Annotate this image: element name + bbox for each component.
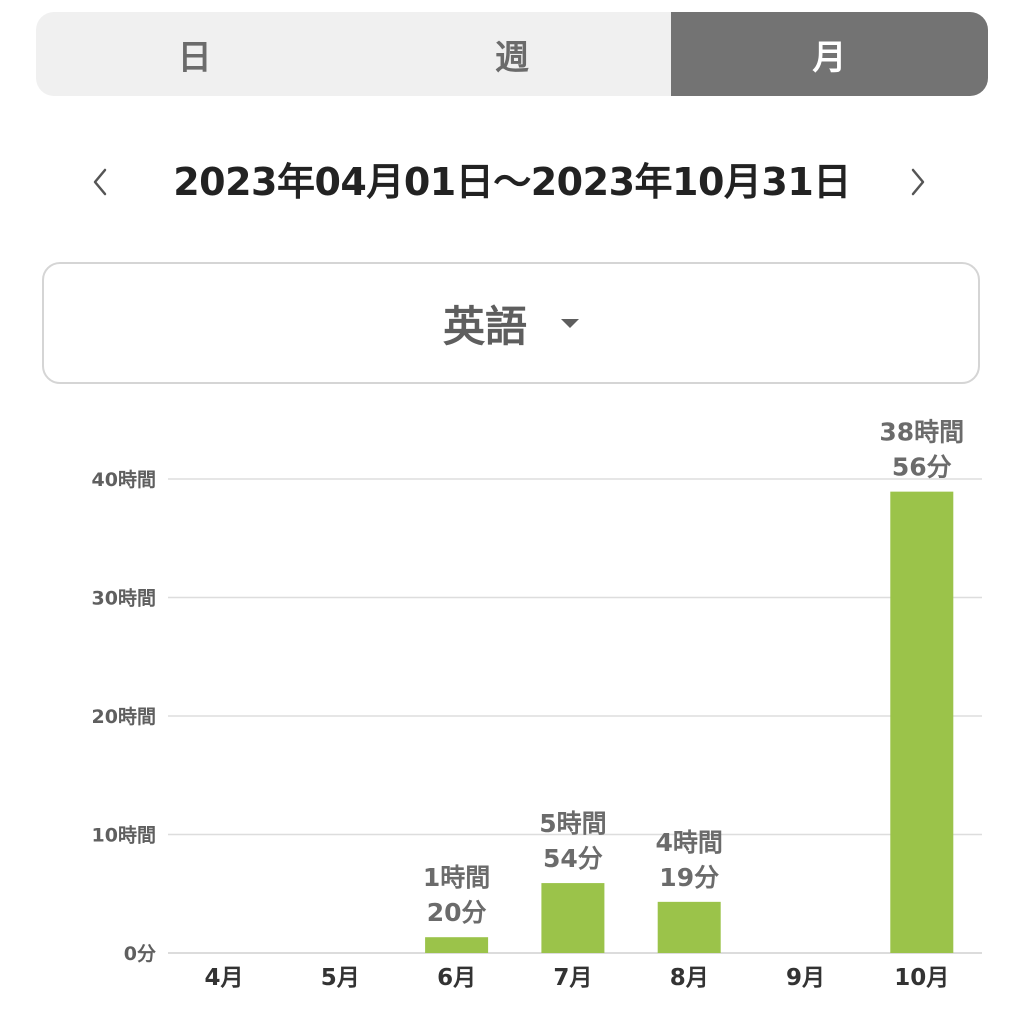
- bar: [541, 883, 605, 953]
- x-tick-label: 9月: [786, 965, 825, 991]
- previous-period-button[interactable]: [80, 150, 120, 214]
- x-tick-label: 6月: [437, 965, 476, 991]
- data-label-minutes: 56分: [892, 453, 952, 482]
- bar: [657, 901, 721, 953]
- x-tick-label: 7月: [553, 965, 592, 991]
- data-label-minutes: 19分: [659, 863, 719, 892]
- study-time-page: 日 週 月 2023年04月01日〜2023年10月31日 英語 0分 10時間 2…: [0, 0, 1024, 1024]
- data-label-minutes: 54分: [543, 844, 603, 873]
- x-tick-label: 8月: [670, 965, 709, 991]
- data-label-hours: 38時間: [879, 418, 964, 447]
- data-label-hours: 4時間: [655, 828, 722, 857]
- period-segmented-control: 日 週 月: [36, 12, 988, 96]
- caret-down-icon: [561, 318, 579, 328]
- x-tick-label: 5月: [321, 965, 360, 991]
- data-label-minutes: 20分: [427, 898, 487, 927]
- monthly-study-time-chart: 0分 10時間 20時間 30時間 40時間 4月 5月 6月 1時間 20分 7月 5時間 54分 8月…: [92, 418, 982, 991]
- y-tick-label: 40時間: [92, 469, 156, 491]
- data-label-hours: 5時間: [539, 809, 606, 838]
- y-tick-label: 10時間: [92, 825, 156, 847]
- bar: [890, 491, 954, 953]
- y-tick-label: 0分: [124, 943, 156, 965]
- tab-month[interactable]: 月: [670, 12, 988, 96]
- chevron-right-icon: [911, 168, 925, 196]
- date-navigator: 2023年04月01日〜2023年10月31日: [0, 150, 1024, 214]
- bar: [425, 937, 489, 953]
- next-period-button[interactable]: [898, 150, 938, 214]
- tab-day[interactable]: 日: [36, 12, 353, 96]
- subject-selected-label: 英語: [442, 301, 527, 351]
- x-tick-label: 10月: [894, 965, 949, 991]
- tab-week[interactable]: 週: [353, 12, 670, 96]
- data-label-hours: 1時間: [423, 863, 490, 892]
- x-tick-label: 4月: [204, 965, 243, 991]
- subject-dropdown[interactable]: 英語: [42, 262, 980, 384]
- date-range-label: 2023年04月01日〜2023年10月31日: [173, 160, 851, 204]
- chevron-left-icon: [93, 168, 107, 196]
- y-tick-label: 20時間: [92, 706, 156, 728]
- y-tick-label: 30時間: [92, 588, 156, 610]
